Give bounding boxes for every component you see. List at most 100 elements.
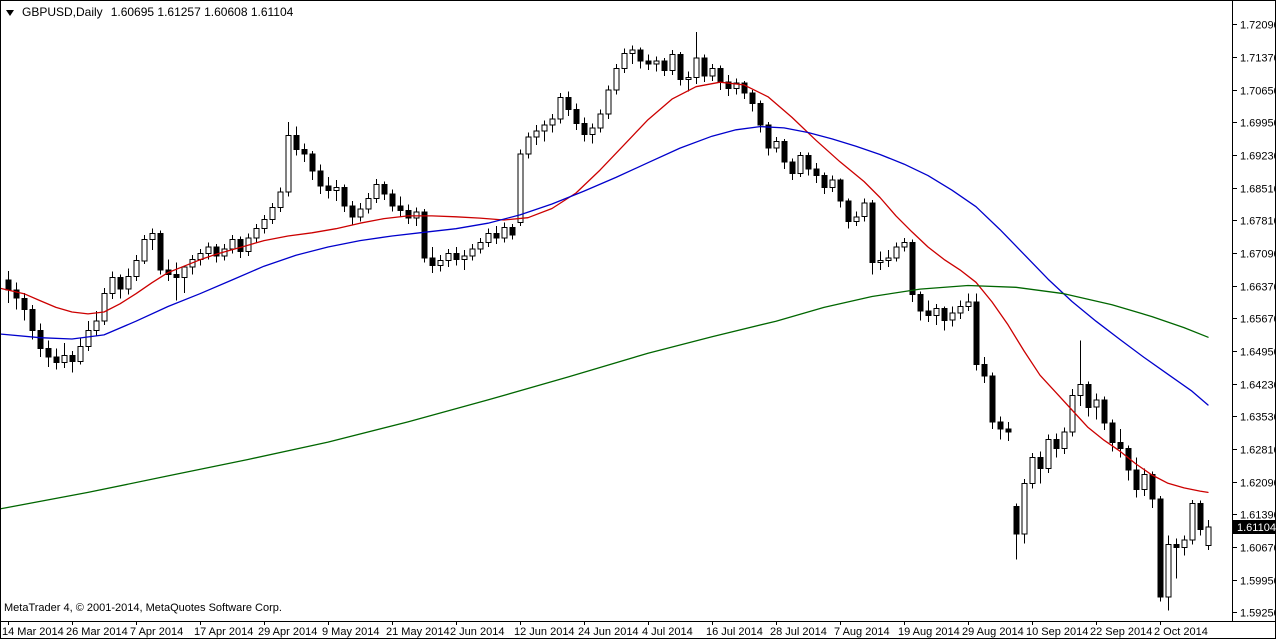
candle-bull (933, 307, 940, 317)
candle-bull (1077, 383, 1084, 396)
date-tick-label: 7 Apr 2014 (130, 626, 183, 638)
candle-bull (1029, 457, 1036, 485)
candle-bull (261, 219, 268, 230)
candle-bear (1149, 474, 1156, 500)
date-tick-label: 2 Jun 2014 (450, 626, 504, 638)
candle-bull (1189, 502, 1196, 541)
candle-bear (21, 297, 28, 311)
candle-bear (749, 92, 756, 105)
candle-bear (757, 103, 764, 126)
price-tick-label: 1.69230 (1240, 151, 1276, 163)
candle-bear (1085, 383, 1092, 408)
candle-bull (269, 207, 276, 221)
date-tick-label: 24 Jun 2014 (578, 626, 639, 638)
candle-bear (389, 193, 396, 207)
candle-bull (557, 97, 564, 120)
candle-bear (677, 54, 684, 80)
candle-bull (109, 277, 116, 295)
candle-bear (157, 232, 164, 271)
date-tick-label: 17 Apr 2014 (194, 626, 253, 638)
price-tick-label: 1.69950 (1240, 118, 1276, 130)
candle-bull (357, 208, 364, 218)
candle-bear (1053, 438, 1060, 449)
candle-bear (381, 184, 388, 195)
candle-bull (773, 141, 780, 149)
candle-bull (693, 57, 700, 79)
date-tick-label: 26 Mar 2014 (66, 626, 128, 638)
candle-bull (181, 266, 188, 279)
candle-bear (397, 205, 404, 211)
candle-bear (637, 49, 644, 62)
candle-bear (1005, 428, 1012, 433)
candle-bull (333, 187, 340, 192)
date-tick-label: 4 Jul 2014 (642, 626, 693, 638)
candle-bear (37, 329, 44, 350)
candle-bear (701, 57, 708, 77)
time-axis[interactable]: 14 Mar 2014 26 Mar 2014 7 Apr 2014 17 Apr 2… (0, 621, 1276, 638)
price-tick-label: 1.64230 (1240, 380, 1276, 392)
candle-bear (565, 97, 572, 111)
candle-bull (885, 257, 892, 262)
candle-bull (1045, 438, 1052, 470)
candle-bull (669, 54, 676, 71)
candle-bull (485, 232, 492, 244)
candle-bear (341, 187, 348, 207)
ma-slow-line (0, 284, 1209, 510)
candle-bear (789, 161, 796, 175)
candle-bear (1173, 544, 1180, 548)
candle-bull (445, 252, 452, 262)
candle-bull (205, 246, 212, 254)
candle-bull (93, 320, 100, 331)
candle-bear (173, 274, 180, 279)
candle-bear (925, 310, 932, 317)
candle-bear (493, 232, 500, 239)
candle-bear (45, 348, 52, 358)
candle-bull (61, 355, 68, 363)
candle-bull (541, 124, 548, 132)
candle-bull (957, 306, 964, 314)
candle-bear (1109, 422, 1116, 443)
candle-bull (1069, 394, 1076, 433)
candle-bear (325, 185, 332, 192)
candle-bull (877, 260, 884, 264)
candle-bull (613, 67, 620, 91)
candle-bull (653, 60, 660, 65)
price-tick-label: 1.72090 (1240, 20, 1276, 32)
candle-bull (461, 255, 468, 260)
date-tick-label: 14 Mar 2014 (2, 626, 64, 638)
candle-bull (477, 241, 484, 250)
candle-bear (813, 168, 820, 177)
candle-bear (917, 294, 924, 312)
chart-marker-icon (6, 9, 14, 16)
candle-bear (573, 109, 580, 124)
candle-bear (1117, 442, 1124, 449)
price-chart[interactable]: 1.72090 1.71370 1.70650 1.69950 1.69230 1.685… (0, 0, 1276, 639)
candle-bull (685, 77, 692, 80)
price-tick-label: 1.63530 (1240, 412, 1276, 424)
candle-bull (597, 113, 604, 129)
candle-bear (1037, 457, 1044, 470)
price-tick-label: 1.60670 (1240, 543, 1276, 555)
candle-bear (661, 60, 668, 71)
candle-bull (1061, 431, 1068, 449)
candle-bull (1093, 399, 1100, 408)
price-tick-label: 1.59250 (1240, 608, 1276, 620)
date-tick-label: 16 Jul 2014 (706, 626, 763, 638)
candle-bull (365, 198, 372, 210)
candle-bear (821, 175, 828, 189)
price-tick-label: 1.65670 (1240, 314, 1276, 326)
candle-bear (421, 211, 428, 259)
candle-bull (133, 260, 140, 277)
candle-bull (533, 130, 540, 138)
price-tick-label: 1.64950 (1240, 347, 1276, 359)
candle-bear (405, 209, 412, 219)
date-tick-label: 29 Aug 2014 (962, 626, 1024, 638)
price-tick-label: 1.62810 (1240, 445, 1276, 457)
candle-bull (893, 246, 900, 259)
last-price-badge: 1.61104 (1233, 520, 1276, 534)
price-tick-label: 1.67810 (1240, 216, 1276, 228)
candle-bear (1013, 506, 1020, 535)
candle-bull (285, 135, 292, 193)
candles[interactable] (5, 31, 1212, 611)
ma-mid-line (0, 125, 1209, 406)
